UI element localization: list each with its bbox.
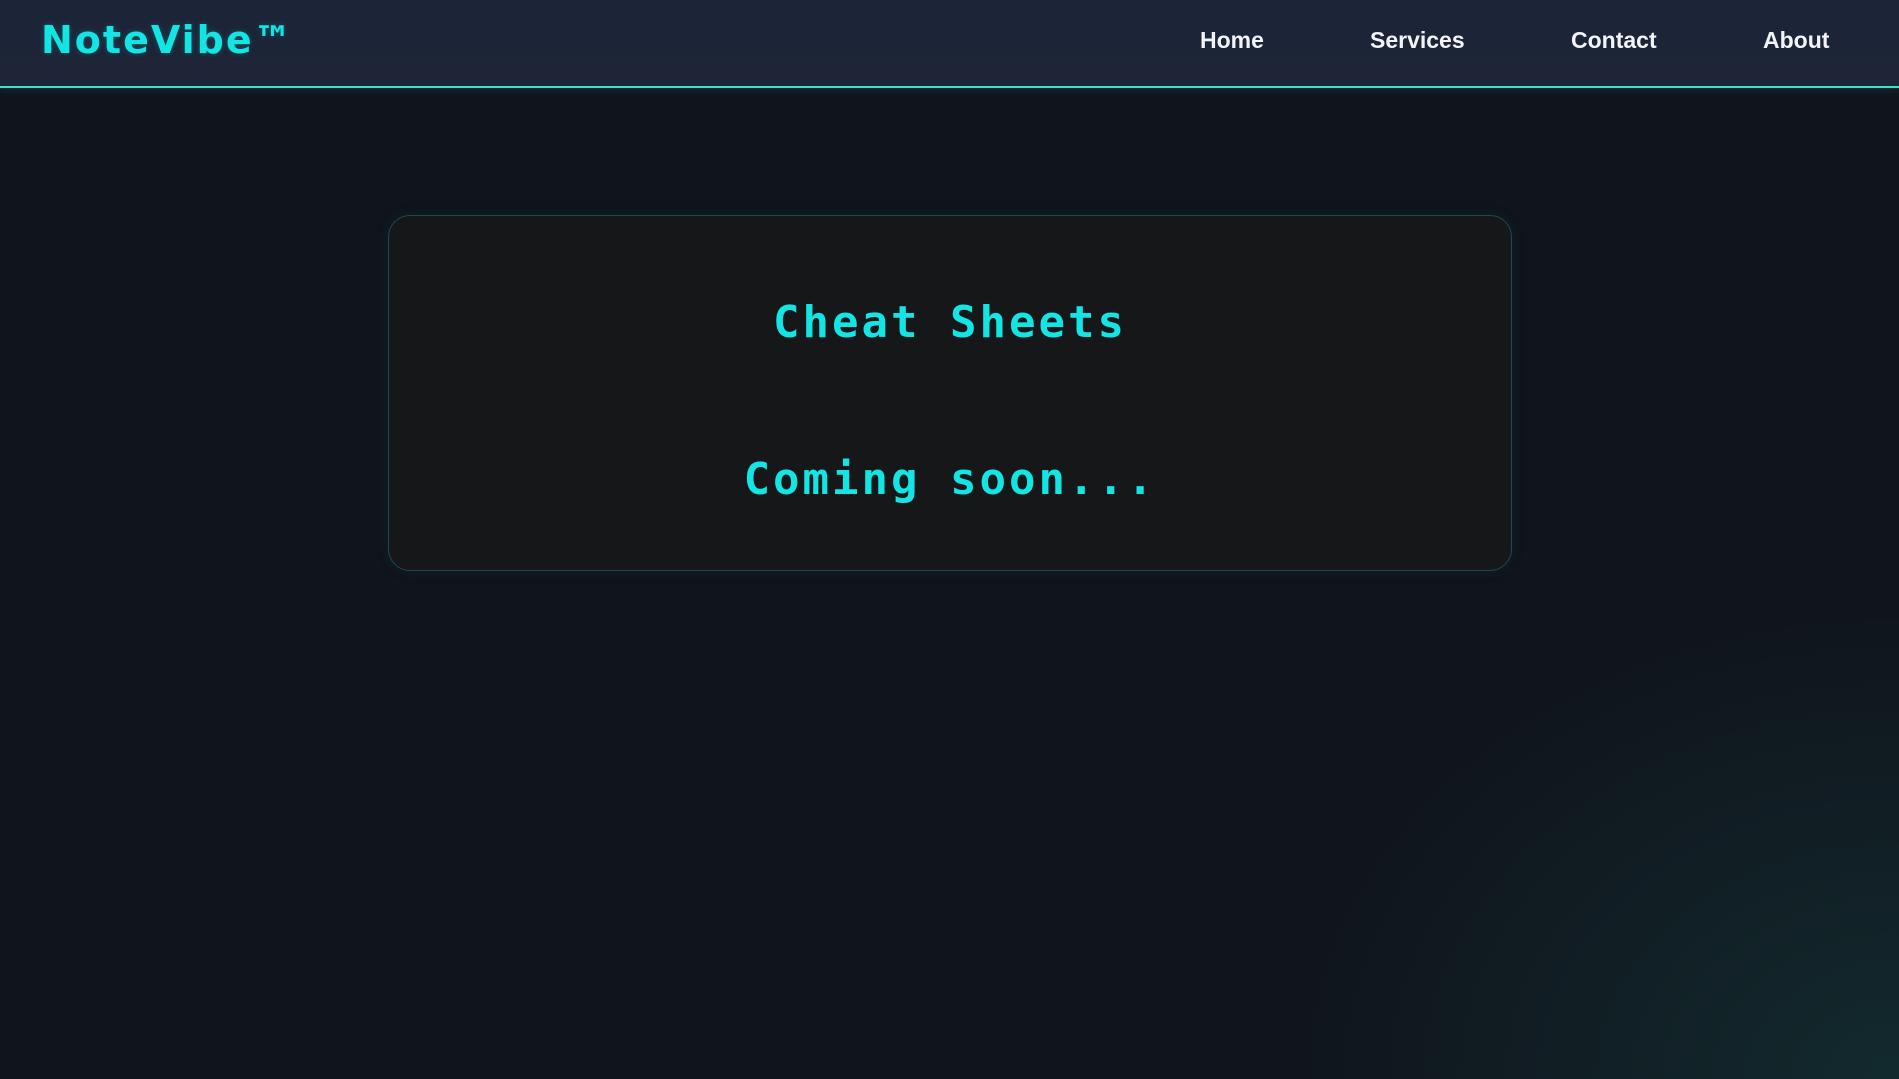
- coming-soon-message: Coming soon...: [743, 454, 1157, 505]
- nav-link-services[interactable]: Services: [1370, 26, 1465, 54]
- brand-logo[interactable]: NoteVibe™: [41, 18, 294, 62]
- card-title: Cheat Sheets: [773, 297, 1127, 349]
- nav-link-about[interactable]: About: [1763, 26, 1829, 54]
- nav-link-home[interactable]: Home: [1200, 26, 1264, 54]
- nav-link-contact[interactable]: Contact: [1571, 26, 1657, 54]
- top-navigation-bar: NoteVibe™ Home Services Contact About: [0, 0, 1899, 88]
- cheat-sheets-card: Cheat Sheets Coming soon...: [388, 215, 1512, 571]
